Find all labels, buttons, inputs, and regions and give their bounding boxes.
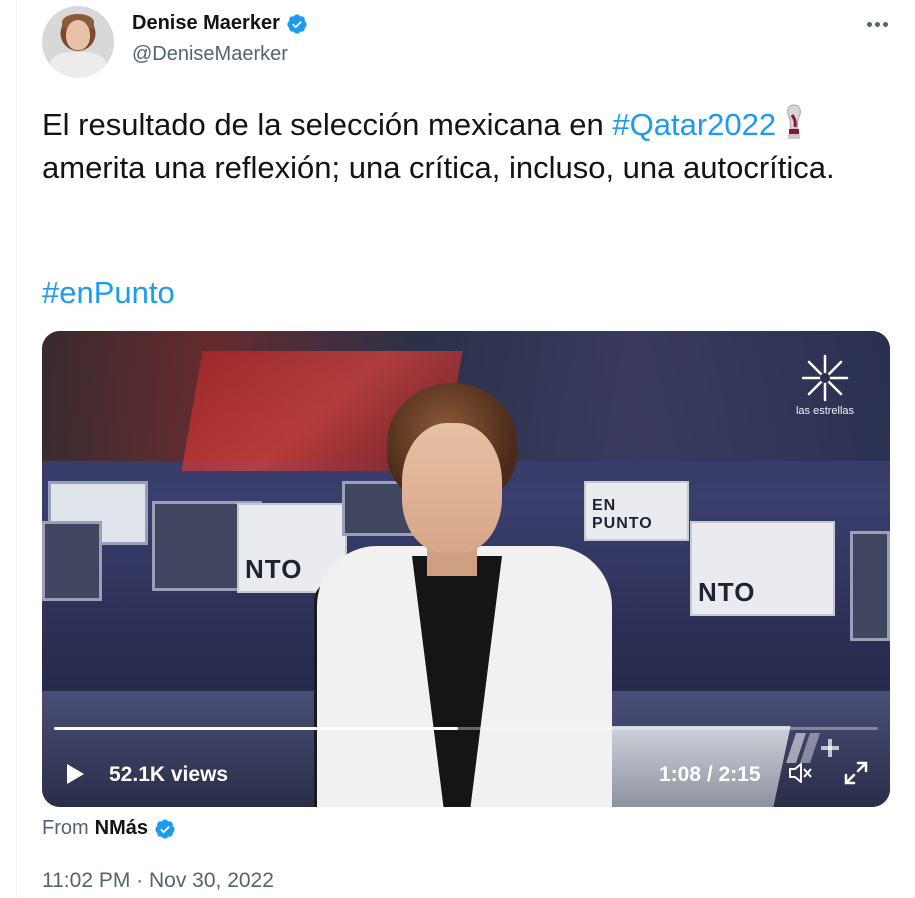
video-player[interactable]: NTO EN PUNTO NTO las estrellas 52.1K vie… xyxy=(42,331,890,807)
video-bg-monitor xyxy=(850,531,890,641)
star-logo-icon xyxy=(801,354,849,402)
more-options-button[interactable] xyxy=(864,14,890,34)
video-time: 1:08 / 2:15 xyxy=(659,763,761,786)
tweet-timestamp[interactable]: 11:02 PM · Nov 30, 2022 xyxy=(42,869,274,893)
tweet-text-part2: amerita una reflexión; una crítica, incl… xyxy=(42,150,835,185)
verified-badge-icon xyxy=(287,13,307,34)
tweet-text: El resultado de la selección mexicana en… xyxy=(42,103,882,189)
video-bg-sign: NTO xyxy=(690,521,835,616)
video-bg-monitor xyxy=(42,521,102,601)
video-controls: 52.1K views 1:08 / 2:15 xyxy=(42,751,890,797)
volume-muted-icon[interactable] xyxy=(786,759,814,787)
video-bg-sign: EN PUNTO xyxy=(584,481,689,541)
author-display-name[interactable]: Denise Maerker xyxy=(132,12,280,35)
hashtag-enpunto-link[interactable]: #enPunto xyxy=(42,271,175,314)
author-handle[interactable]: @DeniseMaerker xyxy=(132,43,288,66)
tweet-text-part1: El resultado de la selección mexicana en xyxy=(42,107,613,142)
las-estrellas-logo: las estrellas xyxy=(790,353,860,423)
broadcaster-logo-text: las estrellas xyxy=(795,405,855,417)
verified-badge-icon xyxy=(155,818,175,839)
source-account-link[interactable]: NMás xyxy=(95,817,148,840)
video-anchor-face xyxy=(402,423,502,553)
more-horizontal-icon xyxy=(866,21,872,27)
hashtag-qatar2022-link[interactable]: #Qatar2022 xyxy=(612,107,776,142)
video-progress-bar[interactable] xyxy=(54,727,878,730)
video-views: 52.1K views xyxy=(109,763,229,786)
from-label: From xyxy=(42,817,89,839)
video-source-attribution: From NMás xyxy=(42,817,176,840)
video-sign-text: NTO xyxy=(698,577,756,607)
author-name-row: Denise Maerker xyxy=(132,12,308,35)
play-icon[interactable] xyxy=(62,761,88,787)
world-cup-trophy-icon xyxy=(787,104,801,139)
author-avatar[interactable] xyxy=(42,6,114,78)
video-progress-fill xyxy=(54,727,458,730)
fullscreen-icon[interactable] xyxy=(842,759,870,787)
video-sign-text: NTO xyxy=(245,554,303,584)
video-sign-text: EN PUNTO xyxy=(592,497,653,532)
